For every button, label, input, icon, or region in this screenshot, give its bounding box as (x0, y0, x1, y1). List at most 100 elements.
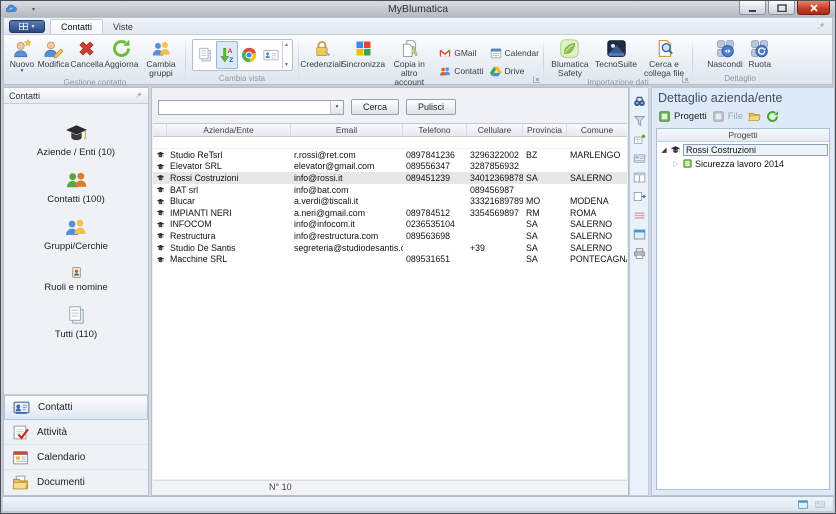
group-dettaglio: Nascondi Ruota Dettaglio (694, 36, 786, 84)
maximize-button[interactable] (768, 1, 795, 15)
refresh-detail-button[interactable] (766, 110, 779, 123)
calendar-button[interactable]: Calendar (488, 46, 542, 60)
sincronizza-button[interactable]: Sincronizza (342, 36, 384, 87)
scroll-down-icon[interactable]: ▼ (284, 62, 289, 68)
gallery-scrollbar[interactable]: ▲ ▼ (282, 41, 291, 69)
nav-contatti[interactable]: Contatti (4, 395, 148, 420)
sidebar-item-ruoli-nomine[interactable]: Ruoli e nomine (4, 265, 148, 293)
tab-viste[interactable]: Viste (103, 20, 143, 34)
close-button[interactable] (797, 1, 830, 15)
group-separator (692, 38, 693, 82)
column-header-telefono[interactable]: Telefono (403, 124, 467, 136)
print-icon[interactable] (633, 247, 646, 260)
cambia-gruppi-button[interactable]: Cambia gruppi (139, 36, 183, 78)
dialog-launcher-icon[interactable] (533, 76, 540, 83)
cancella-button[interactable]: Cancella (70, 36, 104, 78)
card-view-icon[interactable] (633, 152, 646, 165)
gmail-button[interactable]: GMail (437, 46, 485, 60)
table-row[interactable]: Macchine SRL 089531651 SA PONTECAGNANO F… (153, 253, 627, 265)
expanded-node-icon[interactable]: ◢ (660, 146, 668, 154)
web-view-button[interactable] (238, 41, 260, 69)
table-row[interactable]: BAT srl info@bat.com 089456987 (153, 184, 627, 196)
table-row[interactable]: INFOCOM info@infocom.it 0236535104 SA SA… (153, 219, 627, 231)
table-row[interactable]: Elevator SRL elevator@gmail.com 08955634… (153, 161, 627, 173)
table-row[interactable]: Studio De Santis segreteria@studiodesant… (153, 242, 627, 254)
application-menu-button[interactable]: ▾ (9, 20, 45, 33)
filter-row[interactable] (153, 137, 627, 149)
find-icon[interactable] (633, 95, 646, 108)
combo-dropdown-icon[interactable]: ▾ (330, 101, 343, 114)
sorted-view-button[interactable] (216, 41, 238, 69)
nav-calendario[interactable]: Calendario (4, 445, 148, 470)
sidebar-item-aziende-enti[interactable]: Aziende / Enti (10) (4, 120, 148, 158)
cell-cellulare: 3287856932 (467, 161, 523, 171)
collapsed-node-icon[interactable]: ▷ (672, 160, 680, 168)
credenziali-button[interactable]: Credenziali (301, 36, 342, 87)
calendar-nav-icon (12, 449, 29, 466)
cerca-collega-file-button[interactable]: Cerca e collega file (639, 36, 689, 78)
column-header-email[interactable]: Email (291, 124, 403, 136)
tree-column-header[interactable]: Progetti (657, 129, 829, 142)
calendar-label: Calendar (505, 48, 540, 58)
record-count: N° 10 (269, 482, 292, 492)
pulisci-button[interactable]: Pulisci (406, 99, 456, 115)
column-header-provincia[interactable]: Provincia (523, 124, 567, 136)
search-combobox[interactable]: ▾ (158, 100, 344, 115)
app-window: ▾ MyBlumatica ▾ Contatti Viste Nuovo (0, 0, 836, 514)
file-tab-button[interactable]: File (712, 110, 743, 123)
add-view-icon[interactable] (633, 133, 646, 146)
nav-attivita[interactable]: Attività (4, 420, 148, 445)
copia-account-button[interactable]: Copia in altro account (384, 36, 434, 87)
minimize-button[interactable] (739, 1, 766, 15)
nav-documenti[interactable]: Documenti (4, 470, 148, 495)
dialog-launcher-icon[interactable] (682, 76, 689, 83)
sidebar-item-tutti[interactable]: Tutti (110) (4, 304, 148, 340)
split-view-icon[interactable] (633, 171, 646, 184)
grid-toggle-icon[interactable] (814, 499, 826, 510)
column-header-azienda[interactable]: Azienda/Ente (167, 124, 291, 136)
tecnosuite-button[interactable]: TecnoSuite (593, 36, 639, 78)
filter-icon[interactable] (633, 114, 646, 127)
column-header-cellulare[interactable]: Cellulare (467, 124, 523, 136)
layout-toggle-icon[interactable] (797, 499, 809, 510)
cell-azienda: Restructura (167, 231, 291, 241)
table-row[interactable]: IMPIANTI NERI a.neri@gmail.com 089784512… (153, 207, 627, 219)
sidebar-header: Contatti (4, 88, 148, 104)
nuovo-button[interactable]: Nuovo ▾ (7, 36, 37, 78)
preview-window-icon[interactable] (633, 228, 646, 241)
scroll-up-icon[interactable]: ▲ (284, 42, 289, 48)
cerca-button[interactable]: Cerca (351, 99, 399, 115)
quick-access-dropdown-icon[interactable]: ▾ (32, 6, 35, 13)
aggiorna-button[interactable]: Aggiorna (104, 36, 139, 78)
table-row[interactable]: Blucar a.verdi@tiscali.it 33321689789 MO… (153, 195, 627, 207)
cell-cellulare: 33321689789 (467, 196, 523, 206)
card-view-button[interactable] (260, 41, 282, 69)
modifica-button[interactable]: Modifica (37, 36, 70, 78)
table-row[interactable]: Restructura info@restructura.com 0895636… (153, 230, 627, 242)
tree-node-root[interactable]: ◢ Rossi Costruzioni (657, 143, 829, 156)
ruota-button[interactable]: Ruota (745, 36, 775, 74)
search-input[interactable] (159, 101, 330, 114)
minimize-ribbon-icon[interactable] (816, 21, 826, 31)
sidebar-item-gruppi-cerchie[interactable]: Gruppi/Cerchie (4, 215, 148, 252)
progetti-tab-button[interactable]: Progetti (658, 110, 707, 123)
pin-icon[interactable] (134, 91, 143, 100)
tree-node-child[interactable]: ▷ Sicurezza lavoro 2014 (657, 157, 829, 170)
list-view-button[interactable] (194, 41, 216, 69)
navigation-pane-icon[interactable] (633, 190, 646, 203)
titlebar[interactable]: ▾ MyBlumatica (1, 1, 835, 17)
nascondi-button[interactable]: Nascondi (705, 36, 744, 74)
blumatica-safety-button[interactable]: Blumatica Safety (547, 36, 593, 78)
row-lines-icon[interactable] (633, 209, 646, 222)
tab-contatti[interactable]: Contatti (50, 19, 103, 34)
table-row-selected[interactable]: Rossi Costruzioni info@rossi.it 08945123… (153, 172, 627, 184)
icon-column-header[interactable] (153, 124, 167, 136)
google-contatti-button[interactable]: Contatti (437, 64, 485, 78)
sidebar-item-contatti[interactable]: Contatti (100) (4, 169, 148, 205)
group-separator (185, 38, 186, 82)
open-folder-button[interactable] (748, 110, 761, 123)
cell-provincia: SA (523, 231, 567, 241)
column-header-comune[interactable]: Comune (567, 124, 627, 136)
group-label: Cambia vista (188, 74, 296, 84)
table-row[interactable]: Studio ReTsrl r.rossi@ret.com 0897841236… (153, 149, 627, 161)
